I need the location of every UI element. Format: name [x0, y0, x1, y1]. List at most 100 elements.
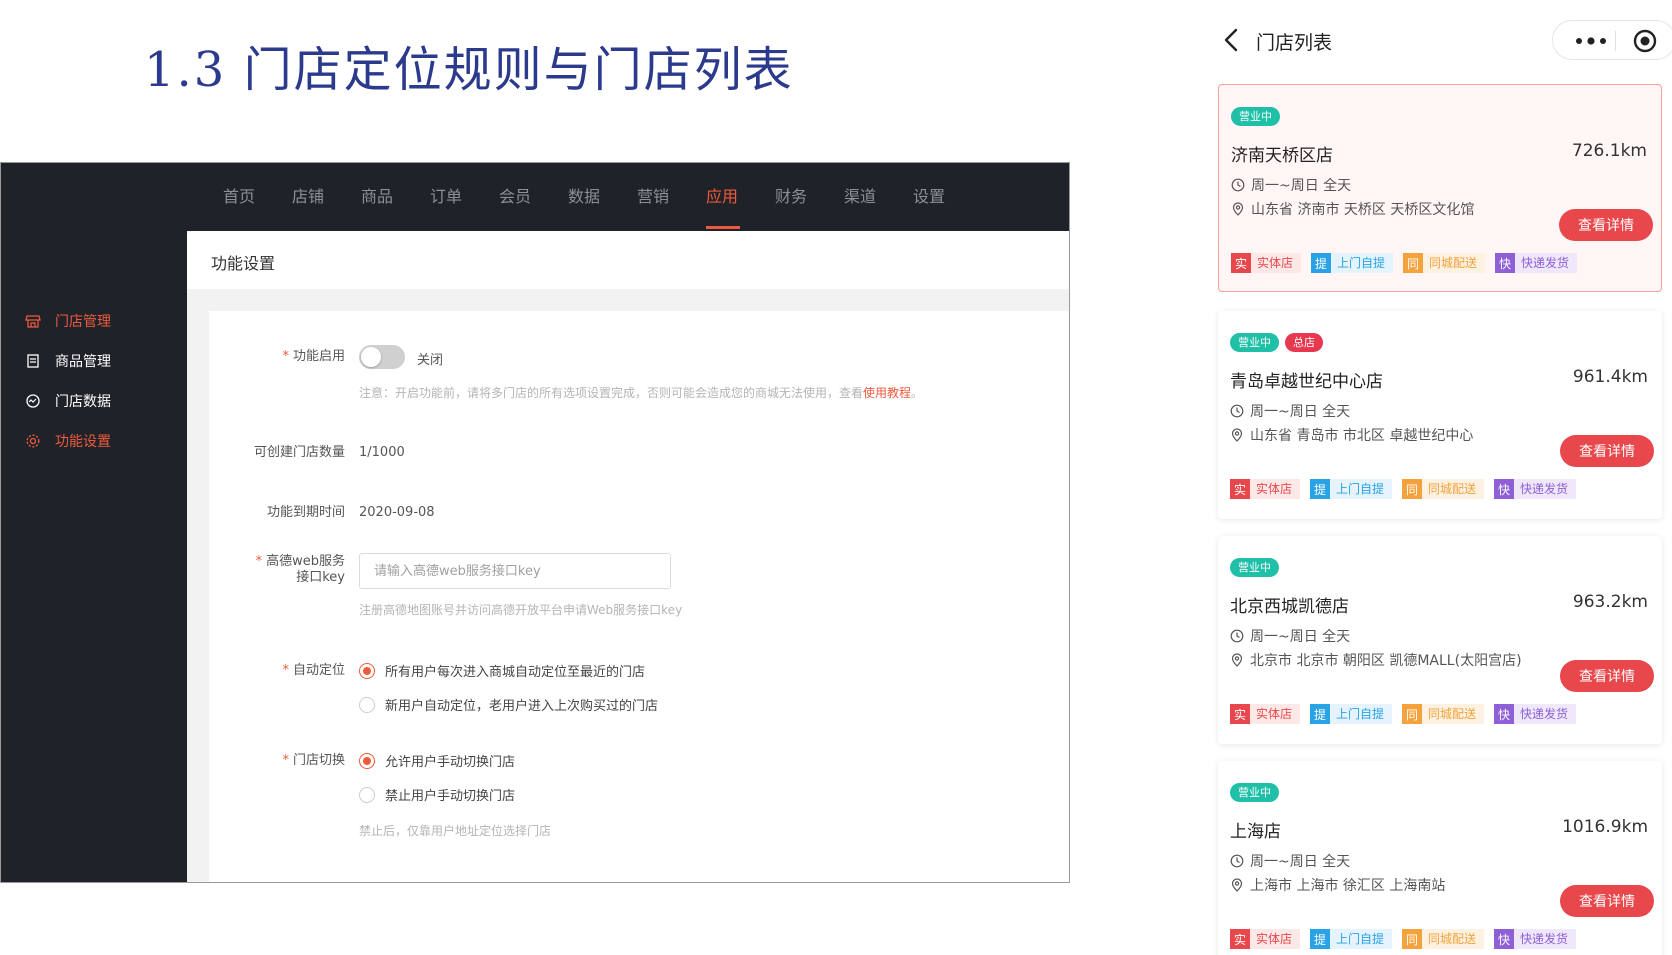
amap-key-label: * 高德web服务 接口key — [255, 554, 345, 585]
store-name: 青岛卓越世纪中心店 — [1230, 372, 1383, 392]
nav-channels[interactable]: 渠道 — [844, 183, 876, 207]
service-tags: 实实体店 提上门自提 同同城配送 快快递发货 — [1231, 253, 1578, 273]
more-dots-icon[interactable] — [1571, 29, 1611, 53]
switch-store-option-forbid[interactable]: 禁止用户手动切换门店 — [359, 785, 515, 804]
toggle-knob — [361, 347, 381, 367]
store-card[interactable]: 营业中 北京西城凯德店 963.2km 周一~周日 全天 北京市 北京市 朝阳区… — [1218, 536, 1662, 744]
store-name: 北京西城凯德店 — [1230, 597, 1349, 617]
store-hours: 周一~周日 全天 — [1230, 401, 1350, 421]
nav-members[interactable]: 会员 — [499, 183, 531, 207]
sidebar-item-store-data[interactable]: 门店数据 — [25, 391, 111, 411]
slide-title: 1.3 门店定位规则与门店列表 — [144, 42, 794, 98]
store-name: 上海店 — [1230, 822, 1281, 842]
badges: 营业中 总店 — [1230, 333, 1323, 352]
tag-local-delivery: 同同城配送 — [1402, 929, 1485, 949]
store-address: 山东省 青岛市 市北区 卓越世纪中心 — [1230, 425, 1473, 445]
hq-badge: 总店 — [1285, 333, 1323, 352]
switch-store-option-allow[interactable]: 允许用户手动切换门店 — [359, 751, 515, 770]
view-detail-button[interactable]: 查看详情 — [1559, 209, 1653, 241]
sidebar-item-goods-manage[interactable]: 商品管理 — [25, 351, 111, 371]
tag-pickup: 提上门自提 — [1310, 479, 1393, 499]
sidebar-item-store-manage[interactable]: 门店管理 — [25, 311, 111, 331]
nav-orders[interactable]: 订单 — [430, 183, 462, 207]
sidebar-item-feature-settings[interactable]: 功能设置 — [25, 431, 111, 451]
location-pin-icon — [1232, 202, 1244, 216]
nav-home[interactable]: 首页 — [223, 183, 255, 207]
settings-form: * 功能启用 关闭 注意：开启功能前，请将多门店的所有选项设置完成，否则可能会造成… — [209, 311, 1069, 882]
top-nav: 首页 店铺 商品 订单 会员 数据 营销 应用 财务 渠道 设置 — [1, 163, 1069, 231]
store-hours: 周一~周日 全天 — [1231, 175, 1351, 195]
radio-button[interactable] — [359, 786, 375, 803]
chart-icon — [26, 394, 40, 408]
auto-locate-option-nearest[interactable]: 所有用户每次进入商城自动定位至最近的门店 — [359, 661, 645, 680]
tag-express: 快快递发货 — [1495, 253, 1578, 273]
badges: 营业中 — [1231, 107, 1280, 126]
view-detail-button[interactable]: 查看详情 — [1560, 885, 1654, 917]
view-detail-button[interactable]: 查看详情 — [1560, 435, 1654, 467]
content-area: 功能设置 * 功能启用 关闭 注意：开启功能前，请将多门店的所有选项设置完成，否则… — [187, 231, 1069, 882]
service-tags: 实实体店 提上门自提 同同城配送 快快递发货 — [1230, 704, 1577, 724]
nav-settings[interactable]: 设置 — [913, 183, 945, 207]
enable-label: * 功能启用 — [282, 349, 345, 364]
clock-icon — [1231, 178, 1245, 192]
sidebar-item-label: 门店管理 — [55, 314, 111, 330]
location-pin-icon — [1231, 878, 1243, 892]
enable-toggle[interactable] — [359, 345, 405, 369]
nav-finance[interactable]: 财务 — [775, 183, 807, 207]
store-distance: 963.2km — [1572, 592, 1648, 612]
store-address: 山东省 济南市 天桥区 天桥区文化馆 — [1231, 199, 1474, 219]
store-distance: 1016.9km — [1562, 817, 1648, 837]
tag-express: 快快递发货 — [1494, 479, 1577, 499]
sidebar-item-label: 门店数据 — [55, 394, 111, 410]
admin-window: 首页 店铺 商品 订单 会员 数据 营销 应用 财务 渠道 设置 门店管理 商品… — [0, 162, 1070, 883]
badges: 营业中 — [1230, 558, 1279, 577]
store-hours: 周一~周日 全天 — [1230, 626, 1350, 646]
view-detail-button[interactable]: 查看详情 — [1560, 660, 1654, 692]
open-badge: 营业中 — [1231, 107, 1280, 126]
mobile-page-title: 门店列表 — [1256, 32, 1333, 54]
nav-data[interactable]: 数据 — [568, 183, 600, 207]
nav-shop[interactable]: 店铺 — [292, 183, 324, 207]
miniapp-capsule — [1552, 20, 1672, 60]
radio-button[interactable] — [359, 696, 375, 713]
store-icon — [25, 315, 41, 328]
document-icon — [27, 354, 39, 368]
amap-key-note: 注册高德地图账号并访问高德开放平台申请Web服务接口key — [359, 603, 683, 617]
tag-physical-store: 实实体店 — [1230, 929, 1301, 949]
badges: 营业中 — [1230, 783, 1279, 802]
store-card[interactable]: 营业中 上海店 1016.9km 周一~周日 全天 上海市 上海市 徐汇区 上海… — [1218, 761, 1662, 955]
tag-local-delivery: 同同城配送 — [1402, 479, 1485, 499]
tag-express: 快快递发货 — [1494, 929, 1577, 949]
back-arrow-icon[interactable] — [1220, 26, 1244, 54]
nav-marketing[interactable]: 营销 — [637, 183, 669, 207]
expire-value: 2020-09-08 — [359, 505, 435, 520]
auto-locate-label: * 自动定位 — [282, 663, 345, 678]
auto-locate-option-last-purchase[interactable]: 新用户自动定位，老用户进入上次购买过的门店 — [359, 695, 658, 714]
store-card[interactable]: 营业中 总店 青岛卓越世纪中心店 961.4km 周一~周日 全天 山东省 青岛市… — [1218, 311, 1662, 519]
location-pin-icon — [1231, 653, 1243, 667]
service-tags: 实实体店 提上门自提 同同城配送 快快递发货 — [1230, 929, 1577, 949]
store-address: 上海市 上海市 徐汇区 上海南站 — [1230, 875, 1445, 895]
tag-physical-store: 实实体店 — [1230, 704, 1301, 724]
store-card[interactable]: 营业中 济南天桥区店 726.1km 周一~周日 全天 山东省 济南市 天桥区 … — [1218, 84, 1662, 292]
amap-key-input[interactable] — [359, 553, 671, 589]
radio-button[interactable] — [359, 752, 375, 769]
sidebar: 门店管理 商品管理 门店数据 功能设置 — [1, 231, 187, 882]
nav-apps[interactable]: 应用 — [706, 183, 738, 207]
store-count-label: 可创建门店数量 — [253, 445, 345, 460]
tag-pickup: 提上门自提 — [1310, 704, 1393, 724]
mobile-preview: 门店列表 营业中 济南天桥区店 726.1km 周一~周日 全天 山东省 济南市… — [1208, 0, 1672, 955]
open-badge: 营业中 — [1230, 558, 1279, 577]
close-target-icon[interactable] — [1633, 29, 1657, 53]
switch-store-note: 禁止后，仅靠用户地址定位选择门店 — [359, 824, 552, 838]
nav-goods[interactable]: 商品 — [361, 183, 393, 207]
tag-physical-store: 实实体店 — [1230, 479, 1301, 499]
tag-pickup: 提上门自提 — [1311, 253, 1394, 273]
tag-physical-store: 实实体店 — [1231, 253, 1302, 273]
gear-icon — [26, 434, 40, 448]
capsule-divider — [1615, 31, 1616, 51]
radio-button[interactable] — [359, 662, 375, 679]
tutorial-link[interactable]: 使用教程 — [863, 386, 911, 400]
page-title: 功能设置 — [211, 254, 276, 273]
clock-icon — [1230, 629, 1244, 643]
